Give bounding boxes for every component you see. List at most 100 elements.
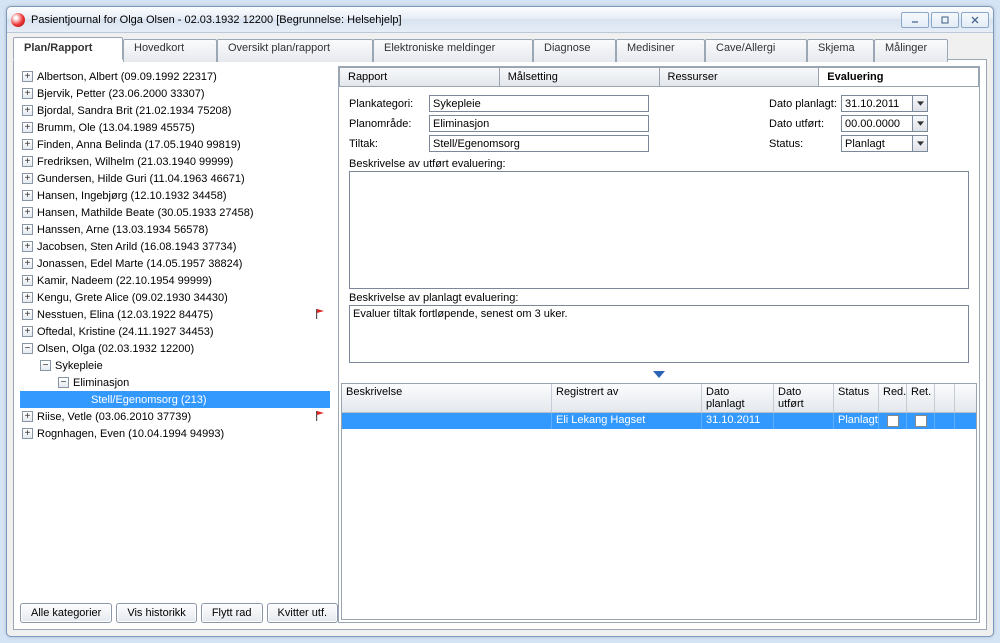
column-header[interactable]: Beskrivelse (342, 384, 552, 412)
sub-tab-rapport[interactable]: Rapport (339, 67, 499, 87)
expand-icon[interactable]: + (22, 71, 33, 82)
column-header[interactable]: Red. (879, 384, 907, 412)
tree-node[interactable]: −Olsen, Olga (02.03.1932 12200) (20, 340, 330, 357)
expand-icon[interactable]: + (22, 428, 33, 439)
button-alle-kategorier[interactable]: Alle kategorier (20, 603, 112, 623)
main-tab-skjema[interactable]: Skjema (807, 39, 874, 62)
status-dropdown[interactable] (913, 135, 928, 152)
checkbox[interactable] (887, 415, 899, 427)
tree-node[interactable]: +Kamir, Nadeem (22.10.1954 99999) (20, 272, 330, 289)
titlebar[interactable]: Pasientjournal for Olga Olsen - 02.03.19… (7, 7, 993, 33)
table-cell[interactable] (935, 413, 955, 429)
expand-icon[interactable]: + (22, 224, 33, 235)
table-cell[interactable]: 31.10.2011 (702, 413, 774, 429)
tree-node[interactable]: +Hansen, Mathilde Beate (30.05.1933 2745… (20, 204, 330, 221)
sub-tab-evaluering[interactable]: Evaluering (818, 67, 979, 87)
tree-node[interactable]: + Rognhagen, Even (10.04.1994 94993) (20, 425, 330, 442)
column-header[interactable]: Dato utført (774, 384, 834, 412)
expand-icon[interactable]: + (22, 173, 33, 184)
planomrade-field[interactable] (429, 115, 649, 132)
minimize-button[interactable] (901, 12, 929, 28)
tree-node[interactable]: +Albertson, Albert (09.09.1992 22317) (20, 68, 330, 85)
column-header[interactable]: Ret. (907, 384, 935, 412)
tree-node[interactable]: Stell/Egenomsorg (213) (20, 391, 330, 408)
expand-icon[interactable]: + (22, 139, 33, 150)
expand-icon[interactable]: + (22, 292, 33, 303)
tree-node[interactable]: +Jonassen, Edel Marte (14.05.1957 38824) (20, 255, 330, 272)
table-cell[interactable] (774, 413, 834, 429)
close-button[interactable] (961, 12, 989, 28)
tree-node[interactable]: + Oftedal, Kristine (24.11.1927 34453) (20, 323, 330, 340)
tree-node[interactable]: +Nesstuen, Elina (12.03.1922 84475) (20, 306, 330, 323)
beskriv-planlagt-textarea[interactable] (349, 305, 969, 363)
maximize-button[interactable] (931, 12, 959, 28)
expand-icon[interactable]: + (22, 122, 33, 133)
tree-node[interactable]: −Eliminasjon (20, 374, 330, 391)
expand-icon[interactable]: + (22, 411, 33, 422)
tiltak-field[interactable] (429, 135, 649, 152)
expand-icon[interactable]: + (22, 105, 33, 116)
sub-tab-ressurser[interactable]: Ressurser (659, 67, 819, 87)
collapse-arrow-icon[interactable] (339, 371, 979, 383)
main-tab-cave-allergi[interactable]: Cave/Allergi (705, 39, 807, 62)
expand-icon[interactable]: + (22, 190, 33, 201)
expand-icon[interactable]: + (22, 88, 33, 99)
main-tab-diagnose[interactable]: Diagnose (533, 39, 616, 62)
tree-node[interactable]: +Hansen, Ingebjørg (12.10.1932 34458) (20, 187, 330, 204)
table-row[interactable]: Eli Lekang Hagset31.10.2011 Planlagt (342, 413, 976, 429)
expand-icon[interactable]: + (22, 258, 33, 269)
tree-node[interactable]: +Kengu, Grete Alice (09.02.1930 34430) (20, 289, 330, 306)
dato-planlagt-dropdown[interactable] (913, 95, 928, 112)
checkbox[interactable] (915, 415, 927, 427)
button-kvitter-utf-[interactable]: Kvitter utf. (267, 603, 339, 623)
tree-node[interactable]: +Brumm, Ole (13.04.1989 45575) (20, 119, 330, 136)
expand-icon[interactable]: + (22, 207, 33, 218)
plankategori-field[interactable] (429, 95, 649, 112)
column-header[interactable] (935, 384, 955, 412)
tree-node[interactable]: +Finden, Anna Belinda (17.05.1940 99819) (20, 136, 330, 153)
main-tab-oversikt-plan-rapport[interactable]: Oversikt plan/rapport (217, 39, 373, 62)
tree-node[interactable]: +Gundersen, Hilde Guri (11.04.1963 46671… (20, 170, 330, 187)
tree-node[interactable]: +Hanssen, Arne (13.03.1934 56578) (20, 221, 330, 238)
main-tab-hovedkort[interactable]: Hovedkort (123, 39, 217, 62)
table-cell[interactable]: Planlagt (834, 413, 879, 429)
button-flytt-rad[interactable]: Flytt rad (201, 603, 263, 623)
column-header[interactable]: Dato planlagt (702, 384, 774, 412)
expand-icon[interactable]: + (22, 156, 33, 167)
patient-tree[interactable]: +Albertson, Albert (09.09.1992 22317)+Bj… (20, 66, 330, 597)
tree-label: Oftedal, Kristine (24.11.1927 34453) (37, 326, 214, 338)
tree-node[interactable]: −Sykepleie (20, 357, 330, 374)
dato-utfort-field[interactable] (841, 115, 913, 132)
tree-node[interactable]: +Jacobsen, Sten Arild (16.08.1943 37734) (20, 238, 330, 255)
expand-icon[interactable]: + (22, 241, 33, 252)
tree-node[interactable]: +Bjordal, Sandra Brit (21.02.1934 75208) (20, 102, 330, 119)
dato-planlagt-field[interactable] (841, 95, 913, 112)
table-cell[interactable] (907, 413, 935, 429)
table-cell[interactable] (342, 413, 552, 429)
main-tab-elektroniske-meldinger[interactable]: Elektroniske meldinger (373, 39, 533, 62)
tree-node[interactable]: +Fredriksen, Wilhelm (21.03.1940 99999) (20, 153, 330, 170)
tree-node[interactable]: +Riise, Vetle (03.06.2010 37739) (20, 408, 330, 425)
main-tab-m-linger[interactable]: Målinger (874, 39, 948, 62)
collapse-icon[interactable]: − (58, 377, 69, 388)
tree-label: Rognhagen, Even (10.04.1994 94993) (37, 428, 224, 440)
expand-icon[interactable]: + (22, 309, 33, 320)
main-tab-medisiner[interactable]: Medisiner (616, 39, 705, 62)
beskriv-utfort-textarea[interactable] (349, 171, 969, 289)
status-field[interactable] (841, 135, 913, 152)
expand-icon[interactable]: + (22, 326, 33, 337)
tree-label: Eliminasjon (73, 377, 129, 389)
button-vis-historikk[interactable]: Vis historikk (116, 603, 196, 623)
table-cell[interactable]: Eli Lekang Hagset (552, 413, 702, 429)
main-tab-plan-rapport[interactable]: Plan/Rapport (13, 37, 123, 60)
expand-icon[interactable]: + (22, 275, 33, 286)
collapse-icon[interactable]: − (22, 343, 33, 354)
column-header[interactable]: Registrert av (552, 384, 702, 412)
evaluation-grid[interactable]: BeskrivelseRegistrert avDato planlagtDat… (341, 383, 977, 620)
dato-utfort-dropdown[interactable] (913, 115, 928, 132)
sub-tab-målsetting[interactable]: Målsetting (499, 67, 659, 87)
table-cell[interactable] (879, 413, 907, 429)
tree-node[interactable]: +Bjervik, Petter (23.06.2000 33307) (20, 85, 330, 102)
column-header[interactable]: Status (834, 384, 879, 412)
collapse-icon[interactable]: − (40, 360, 51, 371)
